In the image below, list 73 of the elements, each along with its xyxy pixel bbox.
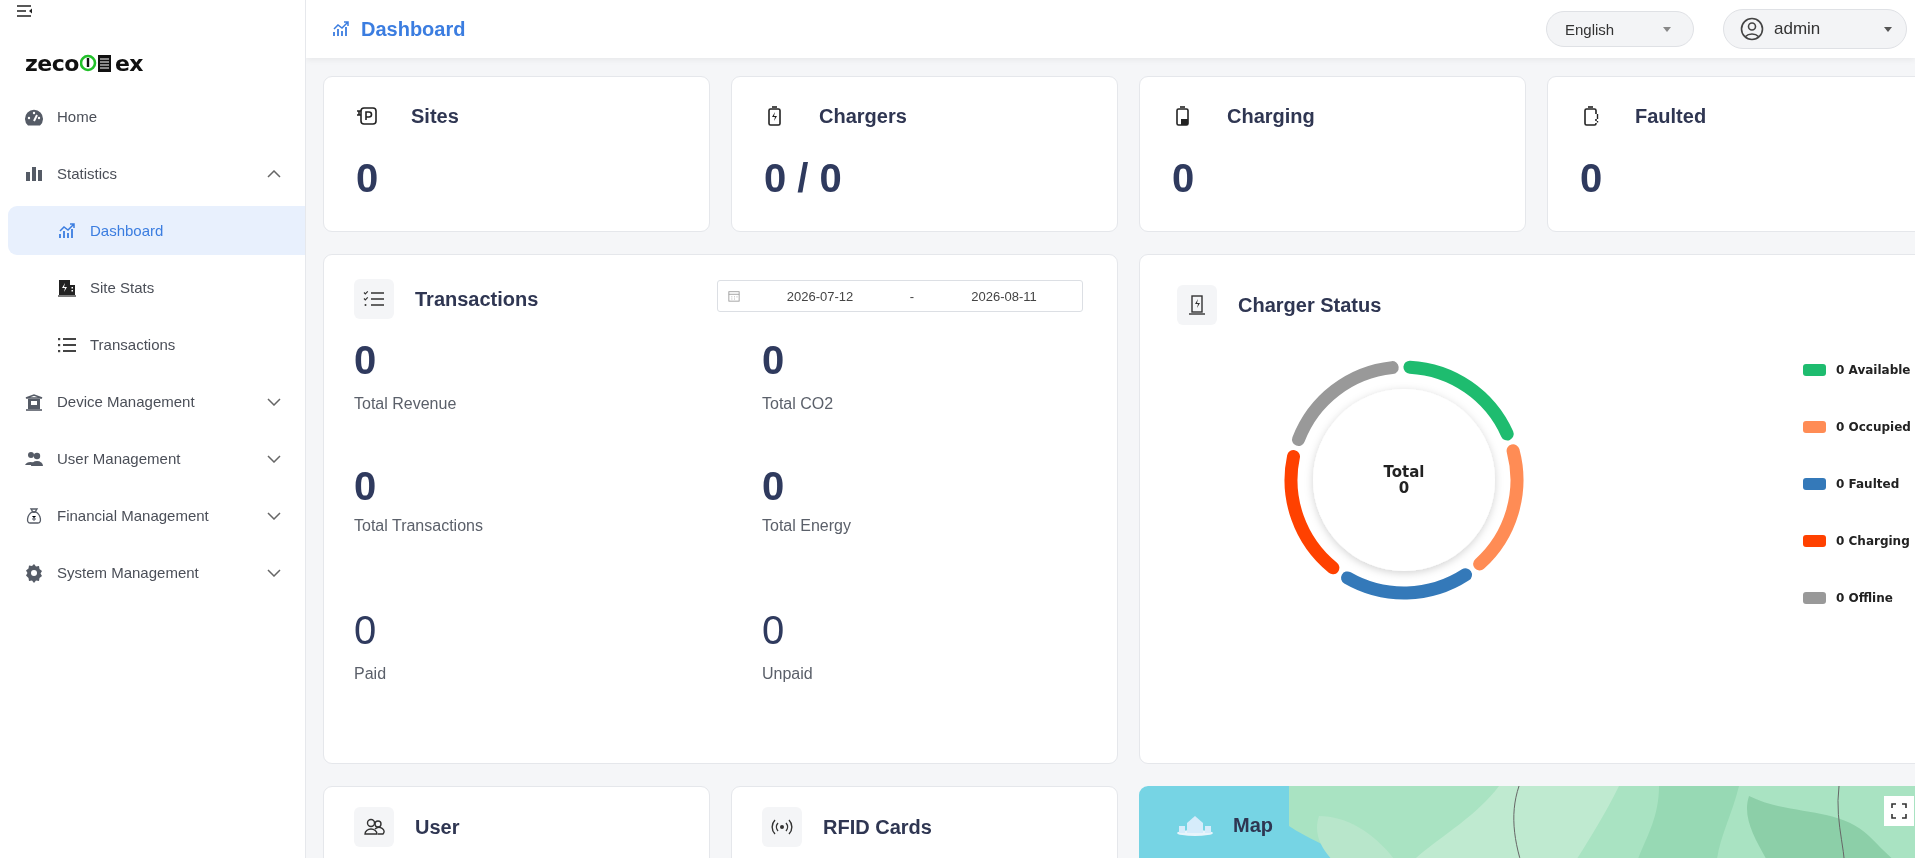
logo-text: ex (114, 50, 143, 76)
money-bag-icon (24, 505, 44, 526)
fullscreen-button[interactable] (1884, 796, 1914, 826)
charger-icon (1186, 294, 1208, 316)
metric-value: 0 (762, 607, 786, 653)
caret-icon (1663, 26, 1671, 32)
metric-value: 0 (354, 463, 378, 509)
building-bolt-icon (57, 277, 77, 298)
chevron-up-icon (267, 169, 281, 178)
chevron-down-icon (267, 568, 281, 577)
user-menu[interactable]: admin (1723, 9, 1907, 49)
map-title: Map (1233, 813, 1273, 837)
metric-label: Total CO2 (762, 395, 835, 413)
logo-text: zeco (25, 50, 79, 76)
settings-icon (24, 562, 44, 583)
card-title: RFID Cards (823, 815, 932, 839)
sidebar-item[interactable]: Transactions (8, 320, 305, 369)
sidebar-item[interactable]: Statistics (8, 149, 305, 198)
parking-plug-icon (356, 105, 378, 127)
calendar-icon (728, 290, 740, 302)
chart-icon (57, 220, 77, 241)
sidebar-item[interactable]: Device Management (8, 377, 305, 426)
user-avatar-icon (1740, 17, 1764, 41)
card-title: Charger Status (1238, 293, 1382, 317)
chevron-down-icon (267, 454, 281, 463)
logo-icon (79, 53, 114, 73)
metric-label: Total Revenue (354, 395, 458, 413)
metric-label: Unpaid (762, 665, 814, 683)
page-title: Dashboard (361, 17, 466, 41)
card-title: Charging (1227, 104, 1315, 128)
metric-value: 0 (762, 337, 786, 383)
metric-value: 0 (354, 607, 378, 653)
card-title: Chargers (819, 104, 907, 128)
end-date: 2026-08-11 (970, 288, 1038, 304)
total-label: Total (1383, 464, 1425, 480)
caret-icon (1884, 26, 1892, 32)
card-title: Sites (411, 104, 459, 128)
stat-value: 0 (356, 156, 380, 201)
sidebar-item[interactable]: Financial Management (8, 491, 305, 540)
city-icon (1175, 813, 1215, 837)
date-range-field[interactable]: 2026-07-12 - 2026-08-11 (717, 280, 1083, 312)
metric-value: 0 (354, 337, 378, 383)
kiosk-icon (24, 391, 44, 412)
sidebar-item[interactable]: Site Stats (8, 263, 305, 312)
stat-value: 0 (1580, 156, 1604, 201)
metric-label: Paid (354, 665, 388, 683)
metric-label: Total Energy (762, 517, 852, 535)
sidebar-item[interactable]: System Management (8, 548, 305, 597)
legend-label: 0 Offline (1836, 590, 1893, 605)
card-title: Faulted (1635, 104, 1707, 128)
date-separator: - (908, 288, 916, 304)
chevron-down-icon (267, 511, 281, 520)
chart-icon (331, 19, 351, 39)
card-title: Transactions (415, 287, 539, 311)
sidebar-item[interactable]: Dashboard (8, 206, 305, 255)
card-title: User (415, 815, 460, 839)
stat-value: 0 (1172, 156, 1196, 201)
legend-label: 0 Charging (1836, 533, 1910, 548)
metric-value: 0 (762, 463, 786, 509)
legend-label: 0 Available (1836, 362, 1911, 377)
sidebar-item[interactable]: Home (8, 92, 305, 141)
menu-icon[interactable] (17, 5, 33, 17)
language-select[interactable]: English (1546, 11, 1694, 47)
start-date: 2026-07-12 (785, 288, 855, 304)
sidebar-item[interactable]: User Management (8, 434, 305, 483)
legend-label: 0 Occupied (1836, 419, 1911, 434)
total-value: 0 (1398, 480, 1410, 496)
stat-value: 0 / 0 (764, 156, 843, 201)
users-outline-icon (363, 816, 385, 838)
metric-label: Total Transactions (354, 517, 484, 535)
chevron-down-icon (267, 397, 281, 406)
legend-label: 0 Faulted (1836, 476, 1900, 491)
fullscreen-icon (1891, 803, 1907, 819)
